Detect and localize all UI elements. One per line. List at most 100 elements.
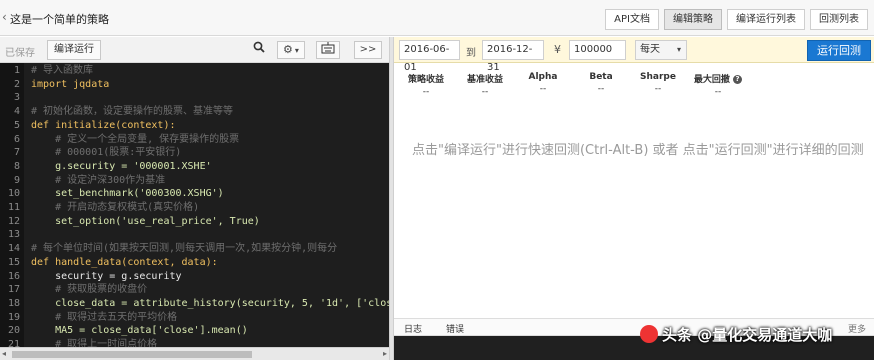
back-arrow-icon[interactable]: ‹	[2, 10, 10, 24]
code-text: set_option('use_real_price', True)	[31, 215, 260, 227]
metric-max-drawdown: 最大回撤 ? --	[688, 72, 748, 97]
frequency-select[interactable]: 每天 ▾	[635, 40, 687, 60]
metric-label: 基准收益	[466, 75, 503, 85]
code-text: # 设定沪深300作为基准	[31, 174, 166, 186]
line-number: 5	[13, 119, 20, 131]
code-line[interactable]: 3	[0, 91, 389, 105]
code-text: # 取得上一时间点价格	[31, 339, 158, 347]
code-text: # 每个单位时间(如果按天回测,则每天调用一次,如果按分钟,则每分	[31, 243, 338, 255]
code-text: # 导入函数库	[31, 65, 94, 76]
line-number: 8	[13, 160, 20, 172]
code-line[interactable]: 13	[0, 228, 389, 242]
code-line[interactable]: 11 # 开启动态复权模式(真实价格)	[0, 201, 389, 215]
line-number: 12	[7, 215, 20, 227]
scroll-right-icon[interactable]: ▸	[383, 349, 387, 358]
code-text: def initialize(context):	[31, 119, 176, 131]
saved-status: 已保存	[5, 48, 35, 59]
backtest-hint: 点击"编译运行"进行快速回测(Ctrl-Alt-B) 或者 点击"运行回测"进行…	[412, 143, 864, 158]
backtest-toolbar: 2016-06-01 到 2016-12-31 ¥ 100000 每天 ▾ 运行…	[394, 37, 874, 73]
code-text: g.security = '000001.XSHE'	[31, 160, 212, 172]
to-label: 到	[466, 48, 476, 59]
capital-input[interactable]: 100000	[569, 40, 626, 60]
line-number: 20	[7, 325, 20, 337]
top-tabs: API文档 编辑策略 编译运行列表 回测列表	[600, 9, 868, 30]
line-number: 16	[7, 270, 20, 282]
tab-log[interactable]: 日志	[404, 322, 422, 335]
code-text: MA5 = close_data['close'].mean()	[31, 325, 248, 337]
chevron-down-icon: ▾	[294, 46, 299, 55]
metric-value: --	[539, 84, 547, 94]
line-number: 9	[13, 174, 20, 186]
run-backtest-button[interactable]: 运行回测	[807, 40, 871, 61]
frequency-value: 每天	[640, 44, 660, 55]
code-line[interactable]: 5 def initialize(context):	[0, 119, 389, 133]
code-line[interactable]: 7 # 000001(股票:平安银行)	[0, 146, 389, 160]
code-line[interactable]: 12 set_option('use_real_price', True)	[0, 215, 389, 229]
help-icon[interactable]: ?	[733, 75, 743, 84]
horizontal-scrollbar[interactable]: ◂ ▸	[0, 347, 389, 360]
code-line[interactable]: 1 # 导入函数库	[0, 64, 389, 78]
metric-alpha: Alpha --	[515, 72, 571, 94]
code-line[interactable]: 4 # 初始化函数，设定要操作的股票、基准等等	[0, 105, 389, 119]
code-text: # 初始化函数，设定要操作的股票、基准等等	[31, 106, 234, 118]
chevron-down-icon: ▾	[676, 45, 681, 54]
metric-sharpe: Sharpe --	[630, 72, 686, 94]
line-number: 4	[13, 106, 20, 118]
watermark: 头条 @量化交易通道大咖	[640, 324, 832, 345]
code-line[interactable]: 16 security = g.security	[0, 270, 389, 284]
metric-label: Sharpe	[640, 72, 676, 82]
code-text: close_data = attribute_history(security,…	[31, 297, 389, 309]
tab-backtest-list[interactable]: 回测列表	[810, 9, 868, 30]
tab-api-docs[interactable]: API文档	[605, 9, 659, 30]
tab-edit-strategy[interactable]: 编辑策略	[664, 9, 722, 30]
scrollbar-thumb[interactable]	[12, 351, 252, 358]
compile-run-button[interactable]: 编译运行	[47, 40, 101, 60]
code-line[interactable]: 9 # 设定沪深300作为基准	[0, 174, 389, 188]
code-text: set_benchmark('000300.XSHG')	[31, 188, 224, 200]
code-text: security = g.security	[31, 270, 182, 282]
code-line[interactable]: 19 # 取得过去五天的平均价格	[0, 311, 389, 325]
line-number: 19	[7, 311, 20, 323]
metric-value: --	[422, 87, 430, 97]
metric-label: 策略收益	[407, 75, 444, 85]
start-date-input[interactable]: 2016-06-01	[399, 40, 460, 73]
line-number: 2	[13, 78, 20, 90]
metric-strategy-return: 策略收益 --	[398, 72, 454, 97]
line-number: 18	[7, 297, 20, 309]
code-line[interactable]: 21 # 取得上一时间点价格	[0, 338, 389, 347]
end-date-input[interactable]: 2016-12-31	[482, 40, 544, 73]
code-line[interactable]: 15 def handle_data(context, data):	[0, 256, 389, 270]
metric-benchmark-return: 基准收益 --	[457, 72, 513, 97]
watermark-logo-icon	[640, 325, 658, 343]
code-editor[interactable]: 1 # 导入函数库 2 import jqdata 3 4 # 初始化函数，设定要操作的股票…	[0, 63, 389, 347]
scroll-left-icon[interactable]: ◂	[2, 349, 6, 358]
metric-label-wrap: 最大回撤 ?	[688, 72, 748, 85]
gear-icon[interactable]: ⚙ ▾	[277, 41, 305, 59]
code-text: import jqdata	[31, 78, 110, 90]
line-number: 21	[7, 339, 20, 347]
code-line[interactable]: 6 # 定义一个全局变量, 保存要操作的股票	[0, 133, 389, 147]
keyboard-icon[interactable]	[316, 41, 340, 59]
metric-value: --	[597, 84, 605, 94]
line-number: 15	[7, 256, 20, 268]
code-line[interactable]: 8 g.security = '000001.XSHE'	[0, 160, 389, 174]
metric-label: Beta	[589, 72, 613, 82]
code-line[interactable]: 20 MA5 = close_data['close'].mean()	[0, 324, 389, 338]
line-number: 13	[7, 229, 20, 241]
expand-button[interactable]: >>	[354, 41, 382, 59]
code-line[interactable]: 17 # 获取股票的收盘价	[0, 283, 389, 297]
metric-beta: Beta --	[573, 72, 629, 94]
code-line[interactable]: 14 # 每个单位时间(如果按天回测,则每天调用一次,如果按分钟,则每分	[0, 242, 389, 256]
code-line[interactable]: 2 import jqdata	[0, 78, 389, 92]
strategy-title: 这是一个简单的策略	[10, 13, 109, 26]
line-number: 17	[7, 284, 20, 296]
line-number: 14	[7, 243, 20, 255]
code-line[interactable]: 10 set_benchmark('000300.XSHG')	[0, 187, 389, 201]
code-text: # 000001(股票:平安银行)	[31, 147, 182, 159]
search-icon[interactable]	[252, 41, 266, 59]
tab-errors[interactable]: 错误	[446, 322, 464, 335]
metric-value: --	[481, 87, 489, 97]
code-line[interactable]: 18 close_data = attribute_history(securi…	[0, 297, 389, 311]
more-link[interactable]: 更多	[848, 322, 866, 335]
tab-compile-run-list[interactable]: 编译运行列表	[727, 9, 805, 30]
